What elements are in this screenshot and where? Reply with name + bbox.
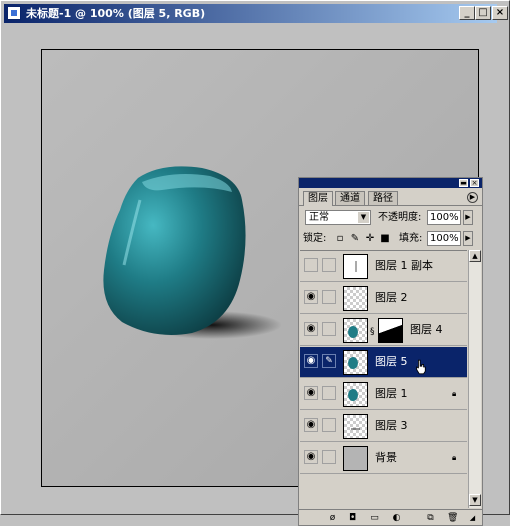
lock-label: 锁定: [303,233,327,244]
lock-brush-icon[interactable]: ✎ [350,233,360,244]
minimize-button[interactable]: _ [459,6,475,20]
fill-input[interactable]: 100% [427,231,461,246]
palette-header[interactable]: ▬ × [299,178,482,188]
layer-thumbnail [343,286,368,311]
lock-all-icon[interactable]: ■ [380,233,390,244]
visibility-toggle[interactable] [304,258,318,272]
eye-icon[interactable]: ◉ [304,354,318,368]
layer-name[interactable]: 图层 1 [375,387,408,401]
layer-name[interactable]: 图层 3 [375,419,408,433]
lock-move-icon[interactable]: ✛ [365,233,375,244]
layer-row[interactable]: ◉ 图层 1 🔒︎ [300,379,467,410]
layer-thumbnail [343,414,368,439]
layer-row[interactable]: ◉ § 图层 4 [300,315,467,346]
brush-icon[interactable]: ✎ [322,354,336,368]
layers-list: 图层 1 副本 ◉ 图层 2 ◉ § 图层 4 ◉ ✎ 图层 5 ◉ 图层 1 … [300,250,467,509]
opacity-label: 不透明度: [378,212,422,223]
eye-icon[interactable]: ◉ [304,450,318,464]
title-bar[interactable]: 未标题-1 @ 100% (图层 5, RGB) _ □ × [4,4,508,23]
scroll-up-icon[interactable]: ▲ [469,250,481,262]
palette-footer: ø ◘ ▭ ◐ ⧉ 🗑︎ ◢ [299,509,482,526]
eye-icon[interactable]: ◉ [304,322,318,336]
opacity-arrow-icon[interactable]: ▶ [463,210,473,225]
layer-name[interactable]: 图层 5 [375,355,408,369]
canvas-area[interactable]: ▬ × 图层 通道 路径 ▶ 正常 ▼ 不透明度: 100% ▶ 锁定: ▫ ✎… [6,26,503,526]
layer-mask-thumbnail[interactable] [378,318,403,343]
close-button[interactable]: × [492,6,508,20]
palette-minimize-icon[interactable]: ▬ [459,179,468,187]
fill-arrow-icon[interactable]: ▶ [463,231,473,246]
window-title: 未标题-1 @ 100% (图层 5, RGB) [26,7,206,20]
layer-thumbnail [343,446,368,471]
layer-row[interactable]: ◉ 图层 2 [300,283,467,314]
hand-cursor-icon [416,359,426,375]
photoshop-document-icon[interactable] [7,6,21,20]
link-toggle[interactable] [322,386,336,400]
fill-label: 填充: [399,233,423,244]
layer-name[interactable]: 背景 [375,451,397,465]
blend-opacity-row: 正常 ▼ 不透明度: 100% ▶ [299,208,482,228]
mask-link-icon[interactable]: § [370,327,375,337]
palette-tabs: 图层 通道 路径 ▶ [299,189,482,206]
layers-scrollbar[interactable]: ▲ ▼ [468,250,481,508]
link-toggle[interactable] [322,322,336,336]
lock-transparency-icon[interactable]: ▫ [335,233,345,244]
link-toggle[interactable] [322,450,336,464]
blend-mode-select[interactable]: 正常 ▼ [305,210,371,225]
layer-name[interactable]: 图层 4 [410,323,443,337]
scroll-down-icon[interactable]: ▼ [469,494,481,506]
layer-thumbnail [343,254,368,279]
layer-row-selected[interactable]: ◉ ✎ 图层 5 [300,347,467,378]
eye-icon[interactable]: ◉ [304,418,318,432]
layer-thumbnail [343,318,368,343]
link-toggle[interactable] [322,258,336,272]
layer-name[interactable]: 图层 2 [375,291,408,305]
lock-fill-row: 锁定: ▫ ✎ ✛ ■ 填充: 100% ▶ [299,230,482,248]
chevron-down-icon[interactable]: ▼ [358,212,369,223]
palette-menu-icon[interactable]: ▶ [467,192,478,203]
tab-layers[interactable]: 图层 [303,191,333,206]
layers-palette[interactable]: ▬ × 图层 通道 路径 ▶ 正常 ▼ 不透明度: 100% ▶ 锁定: ▫ ✎… [298,177,483,526]
link-toggle[interactable] [322,290,336,304]
layer-thumbnail [343,382,368,407]
layer-name[interactable]: 图层 1 副本 [375,259,433,273]
opacity-input[interactable]: 100% [427,210,461,225]
layer-row[interactable]: ◉ 图层 3 [300,411,467,442]
lock-icon: 🔒︎ [452,453,457,462]
document-window: 未标题-1 @ 100% (图层 5, RGB) _ □ × ▬ × 图层 通道… [0,0,510,526]
eye-icon[interactable]: ◉ [304,290,318,304]
lock-icon: 🔒︎ [452,389,457,398]
tab-channels[interactable]: 通道 [335,191,365,205]
link-toggle[interactable] [322,418,336,432]
layer-thumbnail [343,350,368,375]
layer-row[interactable]: ◉ 背景 🔒︎ [300,443,467,474]
eye-icon[interactable]: ◉ [304,386,318,400]
layer-row[interactable]: 图层 1 副本 [300,251,467,282]
maximize-button[interactable]: □ [475,6,491,20]
tab-paths[interactable]: 路径 [368,191,398,205]
blend-mode-value: 正常 [309,212,329,223]
palette-close-icon[interactable]: × [470,179,479,187]
